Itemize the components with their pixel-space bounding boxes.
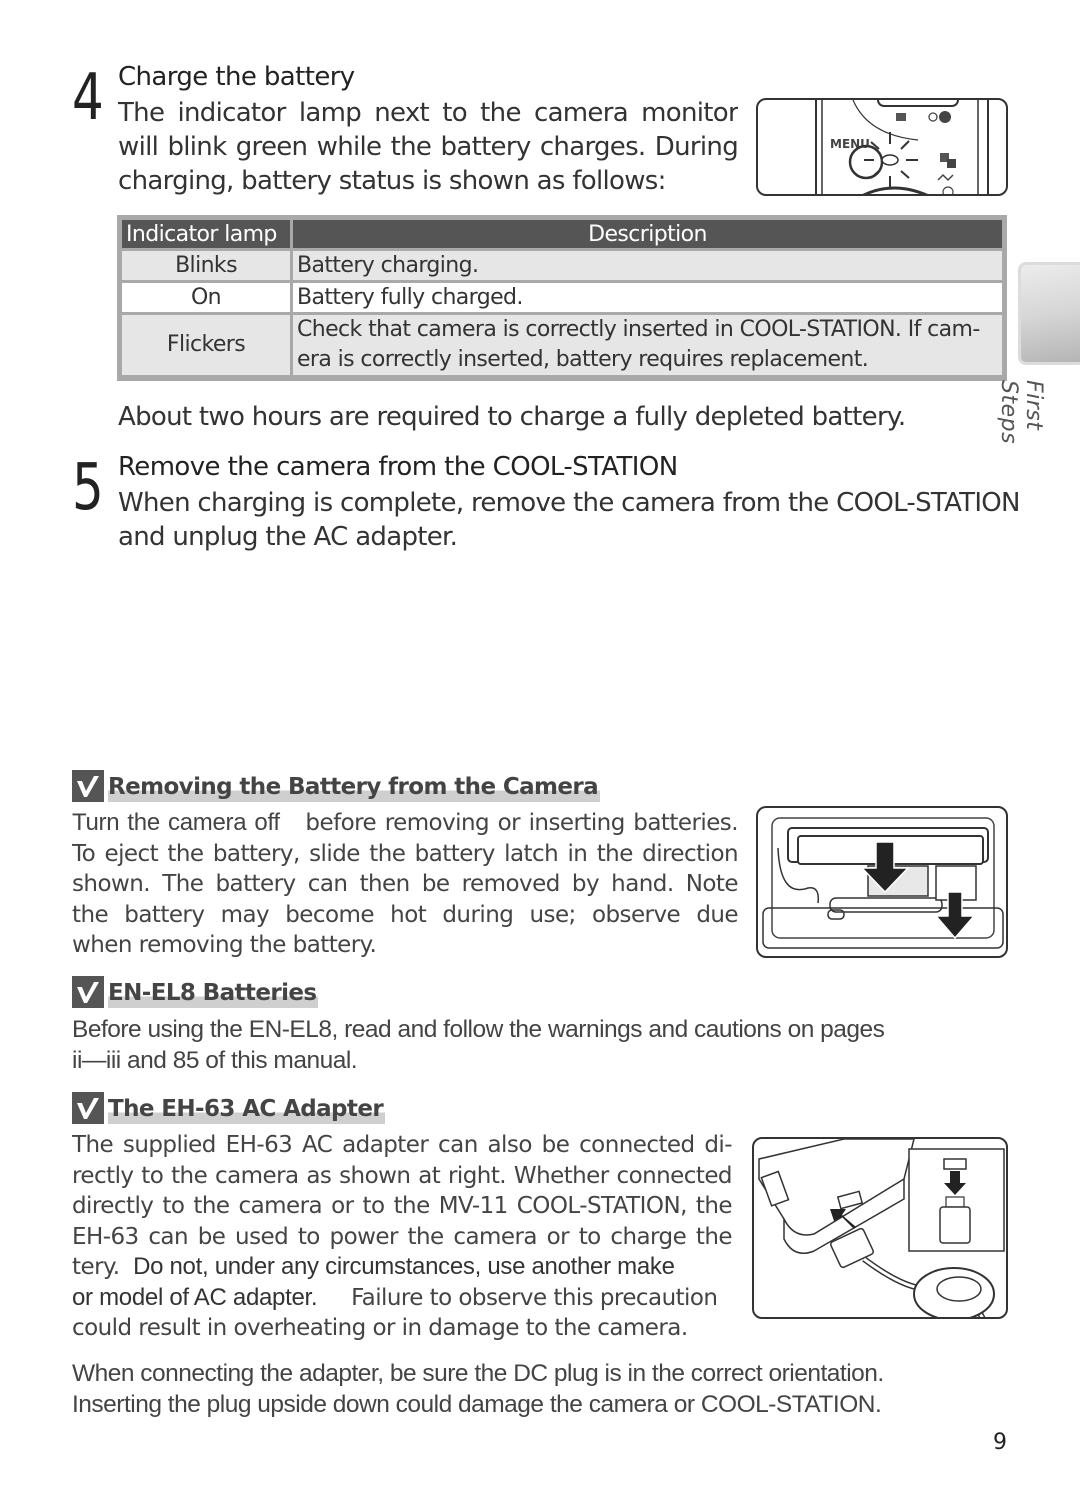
- note-body-en-el8: Before using the EN-EL8, read and follow…: [72, 1014, 885, 1076]
- note-title: EN-EL8 Batteries: [108, 978, 319, 1008]
- menu-label: MENU: [830, 137, 870, 151]
- lamp-description-cell: Battery fully charged.: [293, 283, 1002, 312]
- note-line: The supplied EH-63 AC adapter can also b…: [72, 1132, 732, 1158]
- battery-compartment-drawing: [762, 817, 1004, 949]
- note-line: could result in overheating or in damage…: [72, 1315, 688, 1341]
- step-4-body: The indicator lamp next to the camera mo…: [118, 96, 738, 198]
- checkmark-icon: [72, 976, 104, 1008]
- lamp-state-cell: On: [122, 283, 293, 312]
- note-line: Turn the camera off before removing or i…: [72, 808, 738, 839]
- step-4-title: Charge the battery: [118, 62, 355, 92]
- lamp-state-cell: Blinks: [122, 251, 293, 280]
- description-line: Check that camera is correctly inserted …: [297, 317, 980, 342]
- note-line: directly to the camera or to the MV-11 C…: [72, 1193, 732, 1219]
- table-row: On Battery fully charged.: [122, 283, 1002, 312]
- camera-indicator-lamp-illustration: MENU: [756, 98, 1008, 196]
- step-5-title: Remove the camera from the COOL-STATION: [118, 452, 678, 482]
- table-header-row: Indicator lamp Description: [122, 220, 1002, 248]
- lamp-description-cell: Check that camera is correctly inserted …: [293, 315, 1002, 375]
- camera-back-drawing: MENU: [815, 100, 989, 194]
- page-number: 9: [993, 1430, 1007, 1455]
- battery-removal-illustration: [756, 806, 1008, 958]
- indicator-lamp-table: Indicator lamp Description Blinks Batter…: [117, 215, 1007, 381]
- note-heading-eh63: The EH-63 AC Adapter: [72, 1092, 386, 1124]
- note-title: Removing the Battery from the Camera: [108, 772, 601, 802]
- description-line: era is correctly inserted, battery requi…: [297, 347, 869, 372]
- note-body-removing-battery: Turn the camera off before removing or i…: [72, 808, 738, 961]
- table-row: Blinks Battery charging.: [122, 251, 1002, 280]
- note-line-text: Failure to observe this precaution: [351, 1284, 718, 1311]
- note-line-text: tery.: [72, 1254, 120, 1280]
- note-line: tery. Do not, under any circumstances, u…: [72, 1252, 732, 1283]
- note-line: EH-63 can be used to power the camera or…: [72, 1223, 732, 1250]
- note-line: To eject the battery, slide the battery …: [72, 840, 738, 867]
- step-4-line: charging, battery status is shown as fol…: [118, 166, 666, 196]
- warning-line: When connecting the adapter, be sure the…: [72, 1360, 884, 1387]
- note-line: the battery may become hot during use; o…: [72, 901, 738, 928]
- table-header-indicator-lamp: Indicator lamp: [122, 220, 293, 248]
- note-line: ii—iii and 85 of this manual.: [72, 1047, 358, 1074]
- checkmark-icon: [72, 1092, 104, 1124]
- step-number-4: 4: [72, 61, 104, 135]
- charge-time-note: About two hours are required to charge a…: [118, 402, 906, 432]
- adapter-warning: Do not, under any circumstances, use ano…: [133, 1253, 675, 1280]
- note-line: or model of AC adapter. Failure to obser…: [72, 1283, 732, 1314]
- note-line-text: before removing or inserting batteries.: [305, 810, 738, 836]
- warning-line: Inserting the plug upside down could dam…: [72, 1391, 882, 1418]
- step-5-line: When charging is complete, remove the ca…: [118, 488, 1021, 518]
- step-5-line: and unplug the AC adapter.: [118, 522, 458, 552]
- table-header-description: Description: [293, 220, 1002, 248]
- section-tab-label: First Steps: [996, 380, 1046, 445]
- step-5-body: When charging is complete, remove the ca…: [118, 486, 1021, 554]
- adapter-warning: or model of AC adapter.: [72, 1283, 318, 1311]
- turn-off-instruction: Turn the camera off: [72, 809, 280, 836]
- ac-adapter-illustration: [752, 1137, 1008, 1319]
- dc-plug-warning: When connecting the adapter, be sure the…: [72, 1358, 884, 1420]
- note-heading-en-el8: EN-EL8 Batteries: [72, 976, 319, 1008]
- step-4-line: will blink green while the battery charg…: [118, 132, 738, 162]
- note-heading-removing-battery: Removing the Battery from the Camera: [72, 770, 601, 802]
- step-4-line: The indicator lamp next to the camera mo…: [118, 98, 738, 128]
- note-line: rectly to the camera as shown at right. …: [72, 1162, 732, 1189]
- lamp-state-cell: Flickers: [122, 315, 293, 375]
- step-number-5: 5: [72, 451, 104, 525]
- note-line: shown. The battery can then be removed b…: [72, 871, 738, 897]
- section-tab: [1018, 262, 1080, 365]
- lamp-description-cell: Battery charging.: [293, 251, 1002, 280]
- adapter-connection-drawing: [758, 1139, 1005, 1317]
- note-title: The EH-63 AC Adapter: [108, 1094, 386, 1124]
- note-line: when removing the battery.: [72, 932, 377, 958]
- table-row: Flickers Check that camera is correctly …: [122, 315, 1002, 375]
- note-body-eh63: The supplied EH-63 AC adapter can also b…: [72, 1130, 732, 1344]
- checkmark-icon: [72, 770, 104, 802]
- note-line: Before using the EN-EL8, read and follow…: [72, 1016, 885, 1043]
